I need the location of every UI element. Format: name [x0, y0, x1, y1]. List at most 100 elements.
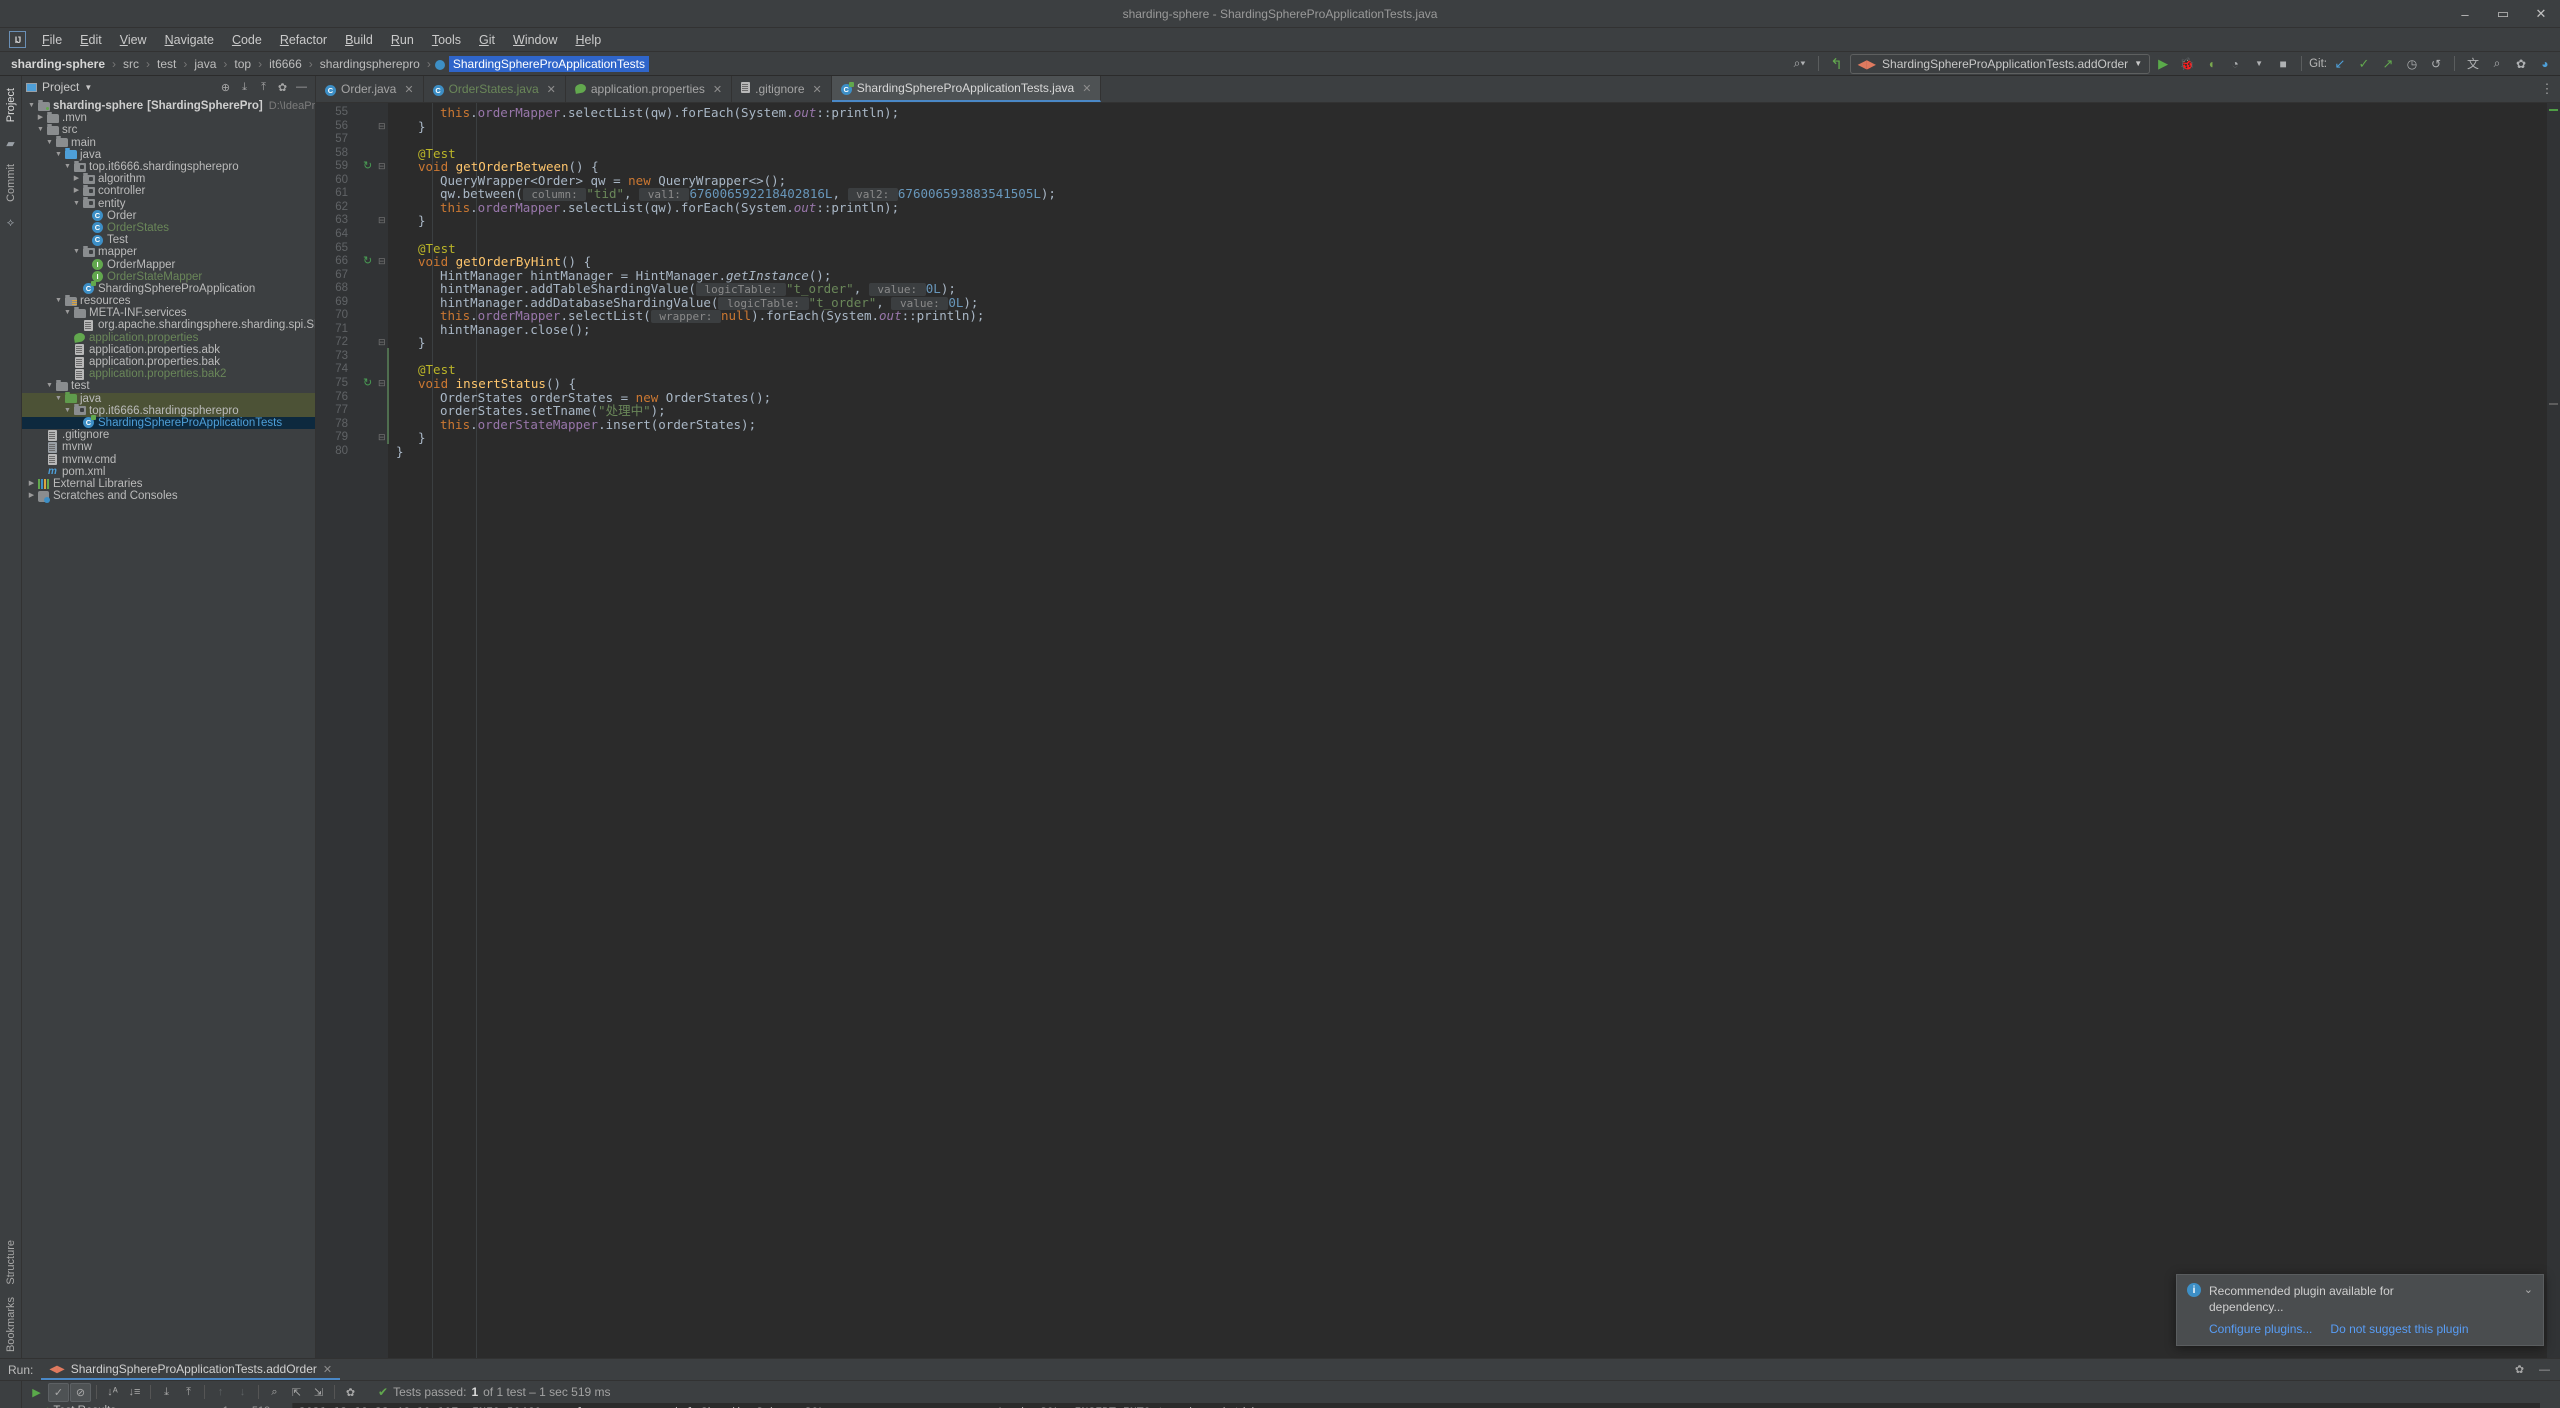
settings-icon[interactable]: ✿	[2510, 54, 2532, 74]
code-area[interactable]: this.orderMapper.selectList(qw).forEach(…	[388, 103, 2560, 1358]
search-dropdown-icon[interactable]: ⌕▾	[1789, 54, 1811, 74]
hide-icon[interactable]: —	[292, 78, 311, 97]
fold-marker-icon[interactable]: ⊟	[378, 256, 386, 267]
chevron-down-icon[interactable]: ⌄	[2524, 1283, 2533, 1315]
chevron-right-icon[interactable]: ▶	[26, 490, 37, 502]
collapse-all-icon[interactable]: ⤒	[254, 78, 273, 97]
export-results-icon[interactable]: ⇲	[308, 1383, 329, 1402]
tree-node-top-it6666-shardingspherepro[interactable]: ▼ top.it6666.shardingspherepro	[22, 160, 315, 173]
tree-node-external-libraries[interactable]: ▶ External Libraries	[22, 478, 315, 490]
editor-scrollbar[interactable]	[2547, 103, 2560, 1358]
chevron-down-icon[interactable]: ▼	[71, 198, 82, 210]
sort-alpha-icon[interactable]: ↓ᴬ	[102, 1383, 123, 1402]
profile-icon[interactable]: ◔	[2224, 54, 2246, 74]
sort-duration-icon[interactable]: ↓≡	[124, 1383, 145, 1402]
tree-node-algorithm[interactable]: ▶ algorithm	[22, 172, 315, 185]
settings-icon[interactable]: ✿	[2510, 1360, 2529, 1379]
menu-item-git[interactable]: Git	[470, 31, 504, 49]
chevron-down-icon[interactable]: ▼	[44, 380, 55, 392]
editor-gutter[interactable]: 55 56 ⊟ 57 58 59 ↻ ⊟ 60 61 62 63 ⊟ 64 65 66 ↻ ⊟ 67 68 69 70 71…	[316, 103, 389, 1358]
tree-node-ordermapper[interactable]: I OrderMapper	[22, 258, 315, 271]
project-panel-title-group[interactable]: Project ▼	[26, 80, 92, 94]
fold-marker-icon[interactable]: ⊟	[378, 378, 386, 389]
editor-body[interactable]: 55 56 ⊟ 57 58 59 ↻ ⊟ 60 61 62 63 ⊟ 64 65 66 ↻ ⊟ 67 68 69 70 71…	[316, 103, 2560, 1358]
chevron-down-icon[interactable]: ▼	[53, 149, 64, 161]
chevron-right-icon[interactable]: ▶	[26, 478, 37, 490]
breadcrumb-item-shardingsphereproapplicationtests[interactable]: ShardingSphereProApplicationTests	[448, 55, 649, 72]
hide-ignored-toggle[interactable]: ⊘	[70, 1382, 91, 1402]
fold-marker-icon[interactable]: ⊟	[378, 215, 386, 226]
menu-item-code[interactable]: Code	[223, 31, 271, 49]
coverage-icon[interactable]: ◖	[2200, 54, 2222, 74]
chevron-down-icon[interactable]: ▼	[35, 124, 46, 136]
editor-tab--gitignore[interactable]: .gitignore ✕	[732, 76, 832, 102]
tree-node-mvnw-cmd[interactable]: mvnw.cmd	[22, 453, 315, 466]
fold-marker-icon[interactable]: ⊟	[378, 432, 386, 443]
history-icon[interactable]: ◷	[2401, 54, 2423, 74]
back-icon[interactable]: ↰	[1826, 54, 1848, 74]
breadcrumb-item-test[interactable]: test	[154, 56, 179, 72]
menu-item-build[interactable]: Build	[336, 31, 382, 49]
run-configuration-selector[interactable]: ◀▶ ShardingSphereProApplicationTests.add…	[1849, 53, 2151, 74]
expand-all-icon[interactable]: ⤓	[156, 1383, 177, 1402]
expand-all-icon[interactable]: ⤓	[235, 78, 254, 97]
close-button[interactable]: ✕	[2522, 0, 2560, 28]
folder-icon[interactable]: ▰	[2, 134, 20, 152]
tree-node--mvn[interactable]: ▶ .mvn	[22, 111, 315, 124]
translate-icon[interactable]: 文	[2462, 54, 2484, 74]
editor-tab-application-properties[interactable]: application.properties ✕	[566, 76, 733, 102]
sidebar-item-commit[interactable]: Commit	[3, 158, 19, 208]
stop-icon[interactable]: ■	[2272, 54, 2294, 74]
tree-node-mvnw[interactable]: mvnw	[22, 441, 315, 453]
editor-tab-order-java[interactable]: C Order.java ✕	[316, 76, 424, 102]
tree-node-orderstatemapper[interactable]: I OrderStateMapper	[22, 271, 315, 283]
chevron-down-icon[interactable]: ▼	[84, 83, 92, 92]
sidebar-item-structure[interactable]: Structure	[3, 1234, 19, 1291]
commit-icon[interactable]: ⟡	[2, 214, 20, 232]
run-icon[interactable]: ▶	[2152, 54, 2174, 74]
configure-plugins-link[interactable]: Configure plugins...	[2209, 1322, 2312, 1336]
tree-node-application-properties-abk[interactable]: application.properties.abk	[22, 344, 315, 356]
tree-node-java[interactable]: ▼ java	[22, 148, 315, 161]
menu-item-edit[interactable]: Edit	[71, 31, 111, 49]
fold-marker-icon[interactable]: ⊟	[378, 121, 386, 132]
menu-item-navigate[interactable]: Navigate	[156, 31, 223, 49]
tree-node--gitignore[interactable]: .gitignore	[22, 429, 315, 441]
run-test-gutter-icon[interactable]: ↻	[363, 159, 372, 172]
collapse-all-icon[interactable]: ⤒	[178, 1383, 199, 1402]
editor-tab-orderstates-java[interactable]: C OrderStates.java ✕	[424, 76, 566, 102]
chevron-down-icon[interactable]: ▼	[62, 405, 73, 417]
do-not-suggest-link[interactable]: Do not suggest this plugin	[2330, 1322, 2468, 1336]
tree-node-shardingsphereproapplication[interactable]: C ShardingSphereProApplication	[22, 281, 315, 295]
tree-node-shardingsphereproapplicationtests[interactable]: C ShardingSphereProApplicationTests	[22, 415, 315, 430]
tree-node-scratches-and-consoles[interactable]: ▶ Scratches and Consoles	[22, 490, 315, 503]
close-icon[interactable]: ✕	[813, 83, 822, 96]
maximize-button[interactable]: ▭	[2484, 0, 2522, 28]
push-icon[interactable]: ↗	[2377, 54, 2399, 74]
tree-node-test[interactable]: C Test	[22, 234, 315, 246]
project-tree[interactable]: ▼ sharding-sphere [ShardingSpherePro] D:\Id…	[22, 98, 315, 1358]
chevron-down-icon[interactable]: ▼	[53, 295, 64, 307]
commit-icon[interactable]: ✓	[2353, 54, 2375, 74]
breadcrumb-item-top[interactable]: top	[231, 56, 254, 72]
sidebar-item-project[interactable]: Project	[3, 82, 19, 128]
tree-node-meta-inf-services[interactable]: ▼ META-INF.services	[22, 306, 315, 319]
menu-item-help[interactable]: Help	[566, 31, 610, 49]
close-icon[interactable]: ✕	[404, 83, 413, 96]
chevron-down-icon[interactable]: ▼	[26, 100, 37, 112]
menu-item-run[interactable]: Run	[382, 31, 423, 49]
menu-item-window[interactable]: Window	[504, 31, 566, 49]
menu-item-file[interactable]: File	[33, 31, 71, 49]
breadcrumb-item-shardingspherepro[interactable]: shardingspherepro	[317, 56, 423, 72]
run-test-gutter-icon[interactable]: ↻	[363, 376, 372, 389]
next-failed-icon[interactable]: ↓	[232, 1383, 253, 1402]
menu-item-tools[interactable]: Tools	[423, 31, 470, 49]
tree-node-mapper[interactable]: ▼ mapper	[22, 245, 315, 258]
tree-node-org-apache-shardingsphere-sharding-spi-shardingalgorithm[interactable]: org.apache.shardingsphere.sharding.spi.S…	[22, 319, 315, 331]
locate-icon[interactable]: ⊕	[216, 78, 235, 97]
test-results-tree[interactable]: ▼✔Test Results1 sec 519 ms▼✔ShardingSphe…	[22, 1403, 293, 1408]
prev-failed-icon[interactable]: ↑	[210, 1383, 231, 1402]
menu-item-view[interactable]: View	[111, 31, 156, 49]
update-project-icon[interactable]: ↙	[2329, 54, 2351, 74]
tree-node-top-it6666-shardingspherepro[interactable]: ▼ top.it6666.shardingspherepro	[22, 404, 315, 417]
